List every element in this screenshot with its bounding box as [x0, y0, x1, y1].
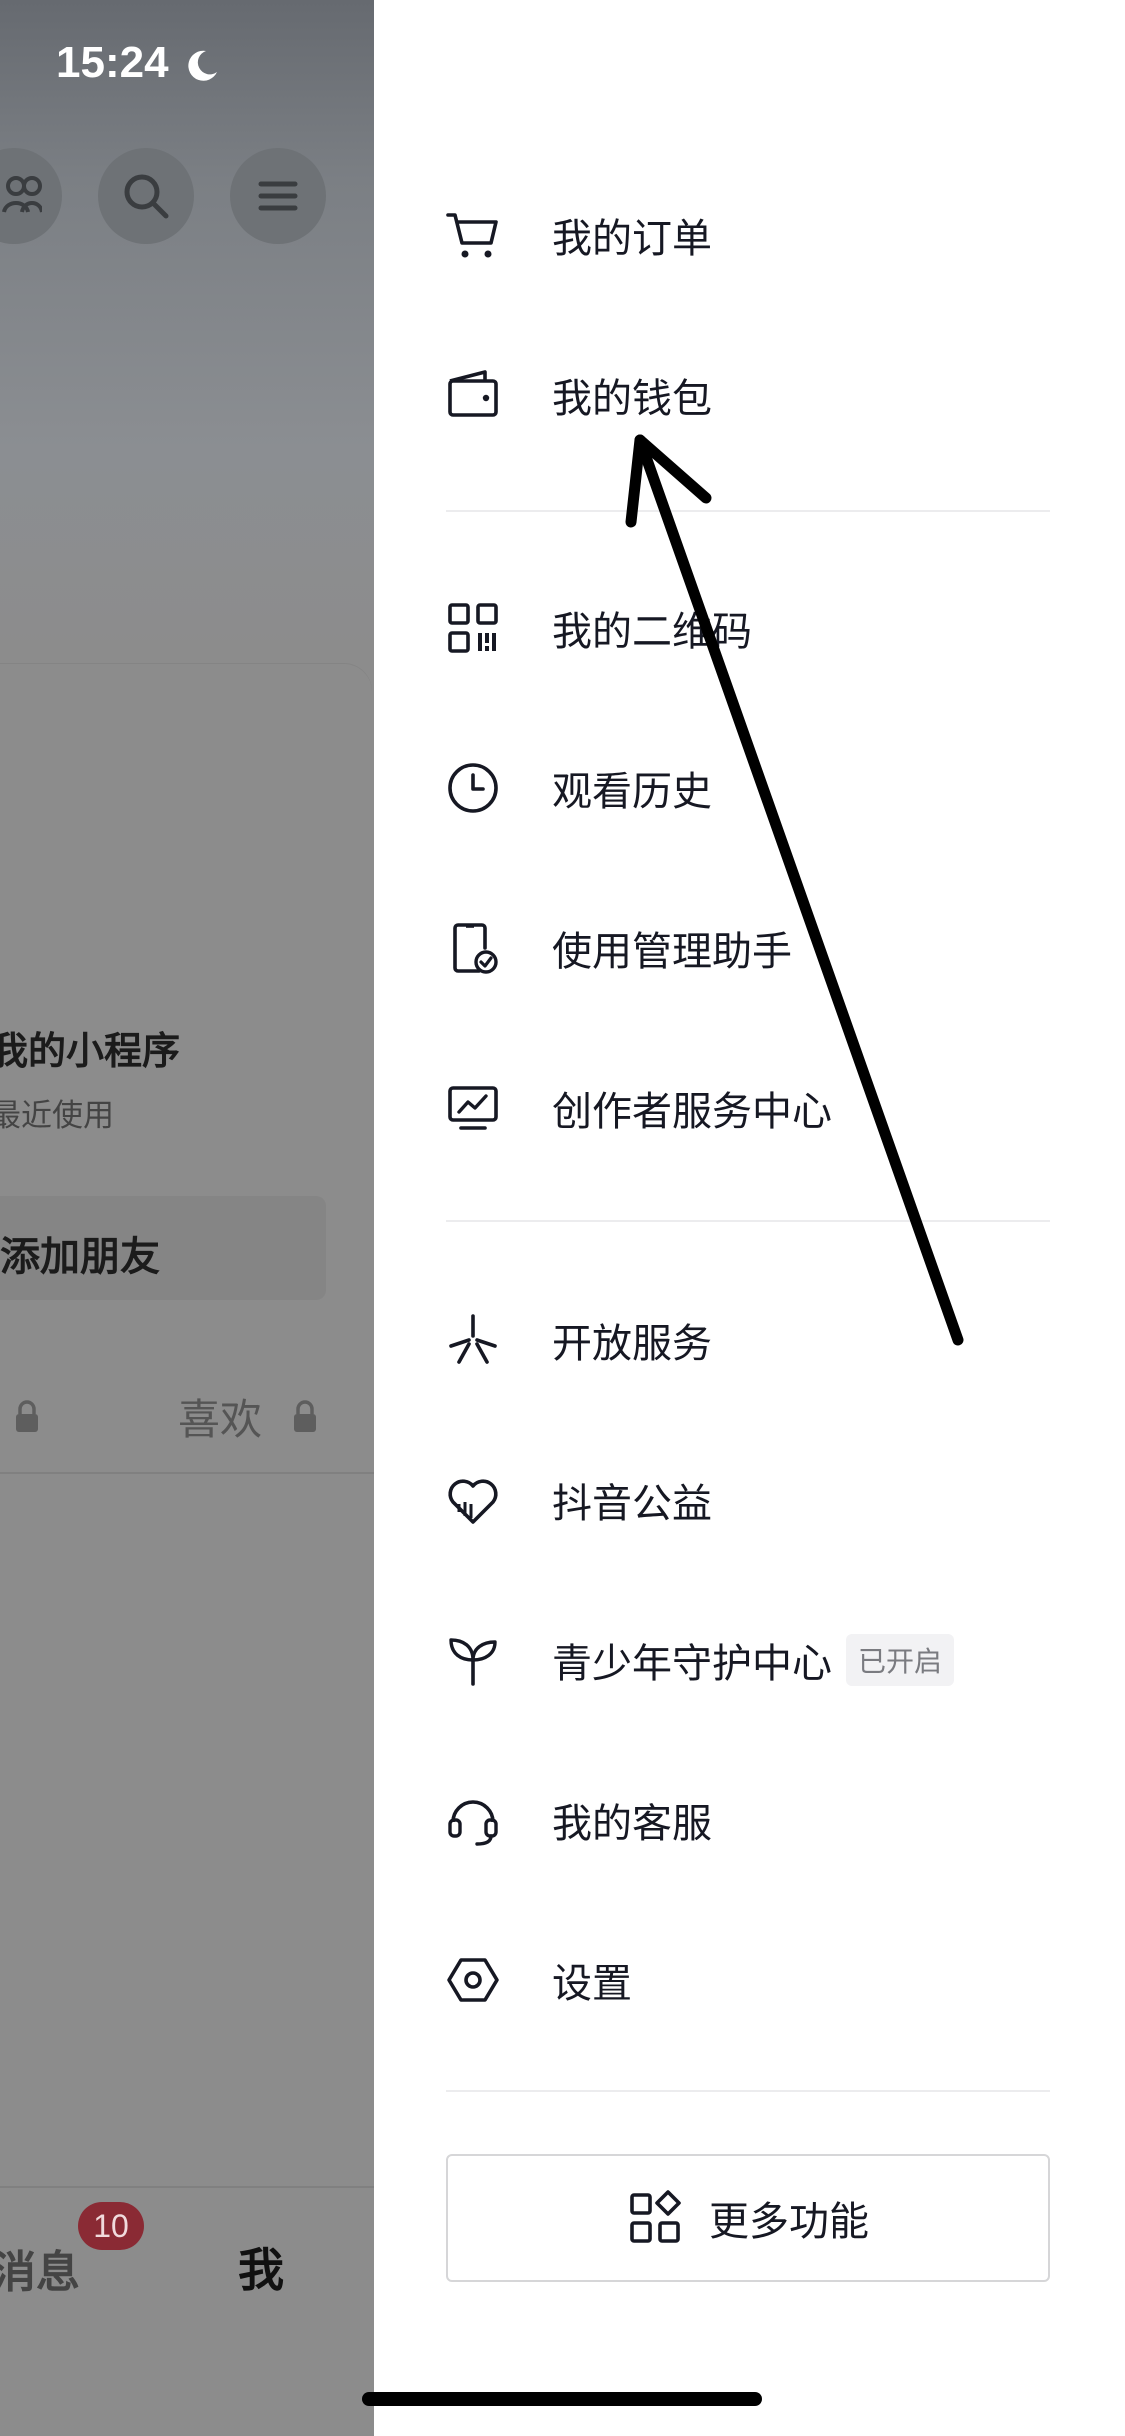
menu-item-open-services[interactable]: 开放服务 — [444, 1285, 1054, 1395]
menu-item-creator-center[interactable]: 创作者服务中心 — [444, 1053, 1054, 1163]
menu-item-label: 我的客服 — [552, 1801, 712, 1847]
menu-item-label: 使用管理助手 — [552, 929, 792, 975]
section-divider — [446, 2090, 1050, 2092]
lock-icon — [16, 1400, 38, 1432]
menu-item-youth-protection[interactable]: 青少年守护中心 已开启 — [444, 1605, 1054, 1715]
tab-likes[interactable]: 喜欢 — [178, 1386, 262, 1447]
menu-item-label: 抖音公益 — [552, 1481, 712, 1527]
status-time: 15:24 — [56, 38, 169, 87]
sprout-icon — [444, 1631, 502, 1689]
friends-button[interactable] — [0, 148, 62, 244]
moon-icon — [188, 50, 217, 81]
monitor-chart-icon — [444, 1079, 502, 1137]
profile-card — [0, 664, 372, 2436]
menu-item-label: 我的钱包 — [552, 376, 712, 422]
status-badge: 已开启 — [846, 1634, 955, 1686]
menu-item-qr-code[interactable]: 我的二维码 — [444, 573, 1054, 683]
messages-badge: 10 — [78, 2202, 144, 2250]
menu-item-label: 设置 — [552, 1961, 632, 2007]
qr-code-icon — [444, 599, 502, 657]
clock-icon — [444, 759, 502, 817]
add-friend-label: 添加朋友 — [0, 1234, 160, 1280]
phone-check-icon — [444, 919, 502, 977]
lock-icon — [294, 1400, 316, 1432]
menu-icon — [258, 181, 298, 211]
menu-item-label: 观看历史 — [552, 769, 712, 815]
nav-me[interactable]: 我 — [238, 2234, 284, 2300]
menu-item-customer-service[interactable]: 我的客服 — [444, 1765, 1054, 1875]
menu-item-label: 创作者服务中心 — [552, 1089, 832, 1135]
menu-button[interactable] — [230, 148, 326, 244]
home-indicator — [362, 2392, 762, 2406]
headset-icon — [444, 1791, 502, 1849]
nav-messages[interactable]: 消息 — [0, 2236, 80, 2300]
friends-icon — [2, 176, 42, 213]
background-page: 15:24 我的小程序 最近使用 添加朋友 喜欢 消息 10 我 — [0, 0, 374, 2436]
menu-item-usage-manager[interactable]: 使用管理助手 — [444, 893, 1054, 1003]
menu-item-label: 我的二维码 — [552, 609, 752, 655]
menu-item-watch-history[interactable]: 观看历史 — [444, 733, 1054, 843]
more-features-button[interactable]: 更多功能 — [446, 2154, 1050, 2282]
section-divider — [446, 510, 1050, 512]
cart-icon — [444, 206, 502, 264]
tab-divider — [0, 1472, 374, 1474]
menu-item-orders[interactable]: 我的订单 — [444, 180, 1054, 290]
menu-item-settings[interactable]: 设置 — [444, 1925, 1054, 2035]
side-drawer: 我的订单 我的钱包 我的二维码 观看历史 使用管理助手 创作者服务中心 开放服务… — [374, 0, 1125, 2436]
menu-item-label: 我的订单 — [552, 216, 712, 262]
search-icon — [124, 174, 169, 219]
wallet-icon — [444, 366, 502, 424]
grid-icon — [630, 2190, 681, 2243]
add-friend-button[interactable]: 添加朋友 — [0, 1196, 326, 1300]
settings-hexagon-icon — [444, 1951, 502, 2009]
mini-programs-subtitle: 最近使用 — [0, 1098, 114, 1134]
menu-item-charity[interactable]: 抖音公益 — [444, 1445, 1054, 1555]
mini-programs-title[interactable]: 我的小程序 — [0, 1020, 180, 1075]
menu-item-wallet[interactable]: 我的钱包 — [444, 340, 1054, 450]
menu-item-label: 青少年守护中心 — [552, 1641, 832, 1687]
more-features-label: 更多功能 — [709, 2199, 869, 2245]
menu-item-label: 开放服务 — [552, 1321, 712, 1367]
bottom-nav-divider — [0, 2186, 374, 2188]
asterisk-icon — [444, 1311, 502, 1369]
section-divider — [446, 1220, 1050, 1222]
search-button[interactable] — [98, 148, 194, 244]
heart-icon — [444, 1471, 502, 1529]
